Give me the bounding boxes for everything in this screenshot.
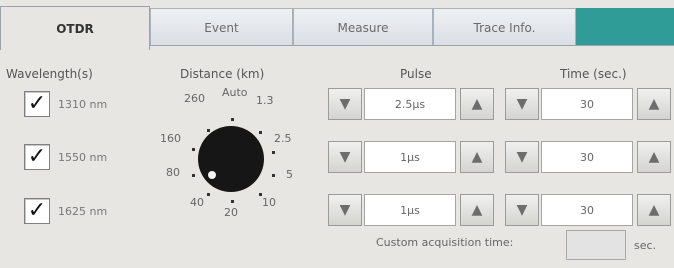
dial-label-260: 260: [184, 92, 205, 105]
time-field[interactable]: 30: [541, 88, 633, 120]
knob-indicator: [208, 171, 216, 179]
wavelength-1550-checkbox[interactable]: ✓: [24, 144, 50, 170]
distance-dial[interactable]: 260 Auto 1.3 160 2.5 80 5 40 20 10: [150, 86, 300, 226]
time-decrease-button[interactable]: ▼: [505, 88, 539, 120]
pulse-header: Pulse: [400, 67, 432, 81]
custom-acquisition-field[interactable]: [566, 230, 626, 260]
dial-label-160: 160: [160, 132, 181, 145]
time-decrease-button[interactable]: ▼: [505, 194, 539, 226]
tab-otdr[interactable]: OTDR: [0, 6, 150, 50]
time-field[interactable]: 30: [541, 141, 633, 173]
dial-label-10: 10: [262, 196, 276, 209]
dial-tick: [259, 193, 262, 196]
dial-label-20: 20: [224, 206, 238, 219]
pulse-field[interactable]: 2.5µs: [364, 88, 456, 120]
dial-tick: [231, 200, 234, 203]
time-decrease-button[interactable]: ▼: [505, 141, 539, 173]
dial-label-1-3: 1.3: [256, 94, 274, 107]
pulse-decrease-button[interactable]: ▼: [328, 194, 362, 226]
pulse-increase-button[interactable]: ▲: [460, 88, 494, 120]
distance-knob[interactable]: [198, 126, 264, 192]
dial-label-40: 40: [190, 196, 204, 209]
pulse-field[interactable]: 1µs: [364, 141, 456, 173]
pulse-field[interactable]: 1µs: [364, 194, 456, 226]
wavelength-1625-row[interactable]: ✓ 1625 nm: [24, 198, 107, 224]
wavelength-1310-row[interactable]: ✓ 1310 nm: [24, 91, 107, 117]
distance-header: Distance (km): [180, 67, 265, 81]
dial-label-auto: Auto: [222, 86, 248, 99]
wavelength-1550-label: 1550 nm: [58, 150, 108, 164]
dial-tick: [207, 193, 210, 196]
wavelength-1310-label: 1310 nm: [58, 97, 108, 111]
dial-label-5: 5: [286, 168, 293, 181]
pulse-decrease-button[interactable]: ▼: [328, 88, 362, 120]
dial-tick: [231, 118, 234, 121]
custom-acquisition-unit: sec.: [634, 239, 657, 252]
tab-divider: [150, 45, 674, 46]
dial-label-2-5: 2.5: [274, 132, 292, 145]
wavelength-1310-checkbox[interactable]: ✓: [24, 91, 50, 117]
pulse-increase-button[interactable]: ▲: [460, 141, 494, 173]
dial-label-80: 80: [166, 166, 180, 179]
dial-tick: [259, 131, 262, 134]
dial-tick: [272, 174, 275, 177]
wavelengths-header: Wavelength(s): [6, 67, 93, 81]
dial-tick: [207, 129, 210, 132]
wavelength-1625-label: 1625 nm: [58, 204, 108, 218]
pulse-decrease-button[interactable]: ▼: [328, 141, 362, 173]
wavelength-1625-checkbox[interactable]: ✓: [24, 198, 50, 224]
dial-tick: [272, 151, 275, 154]
tab-bar: OTDR Event Measure Trace Info.: [0, 0, 674, 50]
tab-trace-info[interactable]: Trace Info.: [433, 8, 576, 46]
tab-measure[interactable]: Measure: [293, 8, 433, 46]
tab-bar-filler: [576, 8, 674, 46]
time-increase-button[interactable]: ▲: [637, 141, 671, 173]
time-increase-button[interactable]: ▲: [637, 88, 671, 120]
time-header: Time (sec.): [560, 67, 627, 81]
time-increase-button[interactable]: ▲: [637, 194, 671, 226]
wavelength-1550-row[interactable]: ✓ 1550 nm: [24, 144, 107, 170]
tab-event[interactable]: Event: [150, 8, 293, 46]
custom-acquisition-label: Custom acquisition time:: [376, 236, 514, 249]
pulse-increase-button[interactable]: ▲: [460, 194, 494, 226]
dial-tick: [192, 148, 195, 151]
dial-tick: [192, 174, 195, 177]
time-field[interactable]: 30: [541, 194, 633, 226]
